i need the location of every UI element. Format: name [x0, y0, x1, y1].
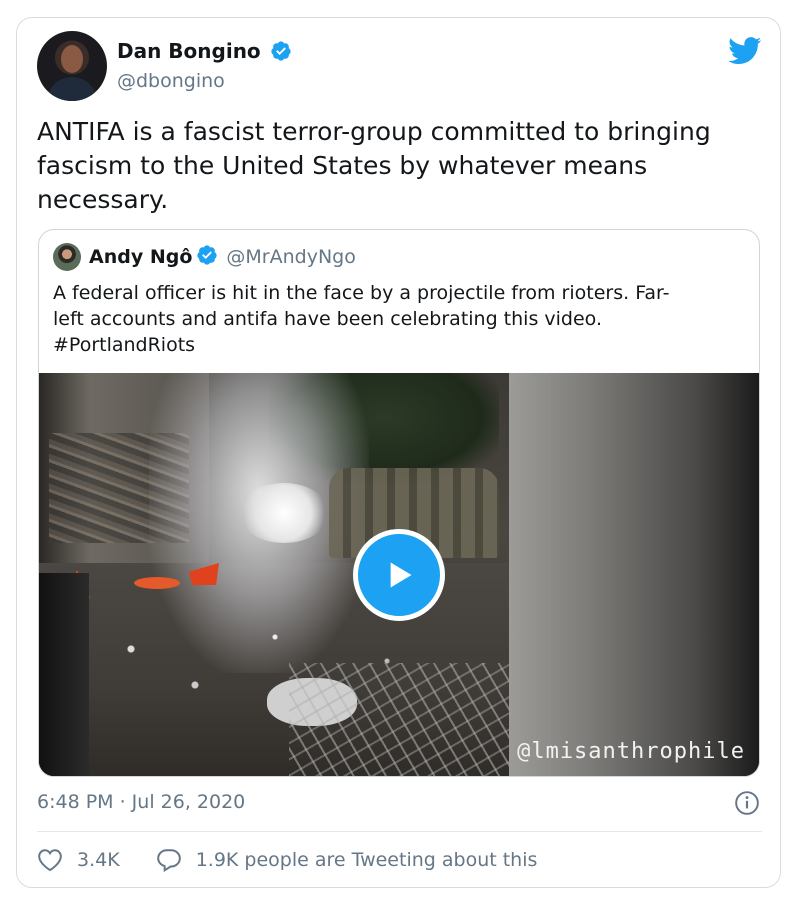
like-count: 3.4K: [77, 849, 120, 871]
author-info: Dan Bongino @dbongino: [117, 39, 292, 92]
video-thumbnail[interactable]: @lmisanthrophile: [39, 373, 759, 776]
orange-disc: [134, 577, 180, 589]
quoted-author-avatar[interactable]: [53, 243, 81, 271]
verified-badge-icon: [270, 40, 292, 66]
verified-badge-icon: [196, 244, 218, 270]
tweet-header: Dan Bongino @dbongino: [37, 31, 762, 103]
twitter-bird-icon[interactable]: [728, 37, 762, 69]
smoke-puff: [239, 483, 329, 543]
quoted-tweet-text: A federal officer is hit in the face by …: [53, 282, 670, 356]
like-button[interactable]: 3.4K: [37, 848, 120, 872]
speech-bubble-icon: [156, 849, 181, 872]
foreground-pole: [39, 573, 89, 776]
tweet-actions: 3.4K 1.9K people are Tweeting about this: [37, 846, 537, 874]
info-icon[interactable]: [734, 790, 760, 820]
video-watermark: @lmisanthrophile: [517, 739, 745, 764]
metal-barricade: [289, 663, 539, 776]
tweeting-about-link[interactable]: 1.9K people are Tweeting about this: [156, 848, 538, 872]
concrete-pillar: [509, 373, 759, 776]
heart-icon: [38, 849, 62, 872]
quoted-tweet[interactable]: Andy Ngô @MrAndyNgo A federal officer is…: [38, 229, 760, 777]
author-handle[interactable]: @dbongino: [117, 70, 292, 92]
quoted-author-handle[interactable]: @MrAndyNgo: [226, 246, 355, 268]
tweet-card[interactable]: Dan Bongino @dbongino ANTIFA is a fascis…: [16, 17, 781, 888]
avatar-face: [61, 45, 83, 73]
avatar-shirt: [47, 77, 97, 101]
divider: [37, 831, 762, 832]
quoted-author-name[interactable]: Andy Ngô: [89, 246, 192, 268]
play-icon[interactable]: [353, 529, 445, 621]
author-avatar[interactable]: [37, 31, 107, 101]
tweet-text: ANTIFA is a fascist terror-group committ…: [37, 117, 711, 214]
quoted-tweet-header: Andy Ngô @MrAndyNgo: [53, 243, 356, 271]
tweet-timestamp[interactable]: 6:48 PM · Jul 26, 2020: [37, 791, 245, 813]
author-name[interactable]: Dan Bongino: [117, 39, 261, 63]
tweeting-about-text: 1.9K people are Tweeting about this: [195, 849, 538, 871]
